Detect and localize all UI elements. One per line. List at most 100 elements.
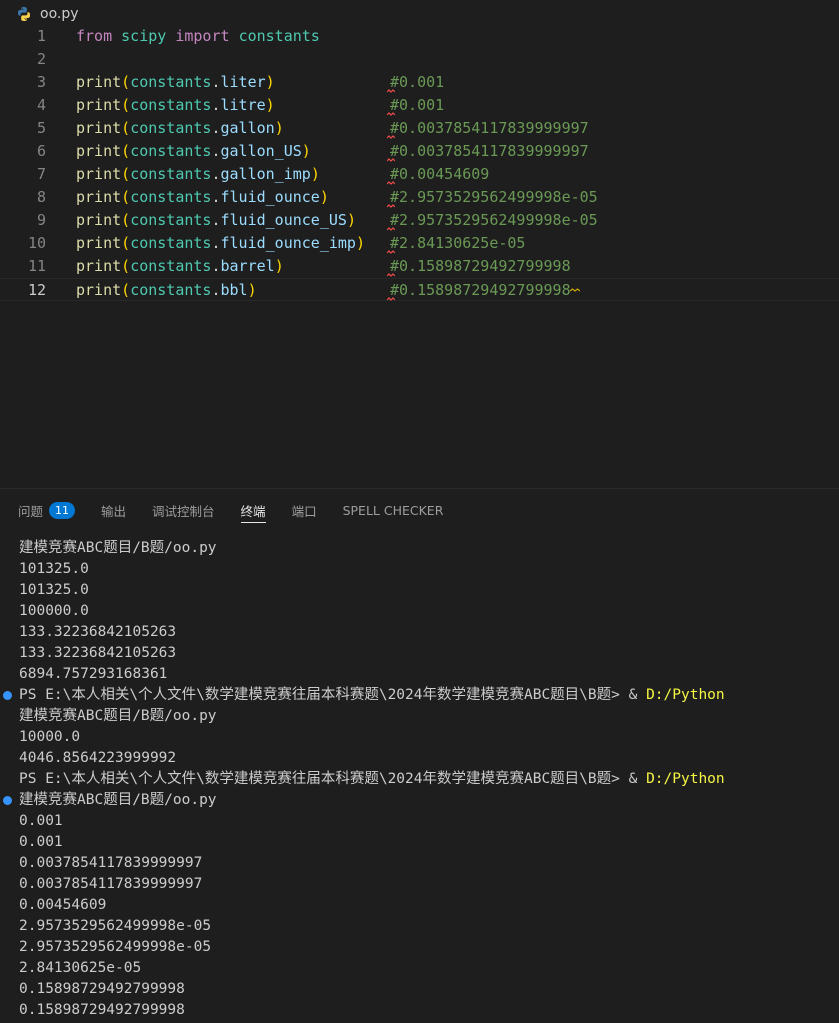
code-text: print(constants.litre) (76, 94, 275, 117)
code-token: print (76, 119, 122, 137)
code-token: gallon_imp (220, 165, 311, 183)
code-token: constants (130, 211, 212, 229)
code-token: . (211, 281, 221, 299)
code-token: ) (265, 96, 275, 114)
code-text: print(constants.barrel) (76, 255, 284, 278)
tab-ports[interactable]: 端口 (292, 489, 317, 531)
line-number: 6 (36, 142, 46, 160)
code-token: litre (220, 96, 266, 114)
code-token: ( (121, 281, 131, 299)
code-comment: #0.0037854117839999997 (390, 142, 589, 160)
vscode-window: oo.py 1 from scipy import constants 2 3 prin… (0, 0, 839, 1023)
terminal-output-line: 100000.0 (19, 601, 839, 622)
code-text: print(constants.fluid_ounce_US) (76, 209, 356, 232)
code-token: print (76, 234, 122, 252)
code-line[interactable]: 12 print(constants.bbl) #0.158987294927999… (0, 278, 839, 301)
line-number: 3 (36, 73, 46, 91)
terminal-output[interactable]: 建模竞赛ABC题目/B题/oo.py 101325.0 101325.0 100000… (0, 538, 839, 1023)
code-token: constants (130, 73, 212, 91)
terminal-output-line: 建模竞赛ABC题目/B题/oo.py (19, 790, 839, 811)
tab-spell-checker[interactable]: SPELL CHECKER (343, 489, 444, 531)
code-line[interactable]: 2 (0, 48, 839, 71)
code-comment: #2.9573529562499998e-05 (390, 188, 598, 206)
code-editor[interactable]: 1 from scipy import constants 2 3 print(cons… (0, 25, 839, 487)
terminal-output-line: 6894.757293168361 (19, 664, 839, 685)
code-text: print(constants.bbl) (76, 279, 257, 302)
code-token: constants (238, 27, 320, 45)
terminal-output-line: 2.9573529562499998e-05 (19, 937, 839, 958)
terminal-output-line: 0.0037854117839999997 (19, 874, 839, 895)
spell-warning-squiggle (387, 158, 395, 162)
tab-problems[interactable]: 问题 11 (18, 489, 76, 531)
code-token: print (76, 257, 122, 275)
code-token: fluid_ounce_imp (220, 234, 356, 252)
line-number: 2 (36, 50, 46, 68)
tab-label: 问题 (18, 503, 44, 519)
code-line[interactable]: 6 print(constants.gallon_US) #0.0037854117… (0, 140, 839, 163)
command-decoration-dot[interactable] (3, 796, 12, 805)
terminal-text: 4046.8564223999992 (19, 750, 177, 766)
file-name[interactable]: oo.py (40, 6, 79, 22)
code-token: ( (121, 211, 131, 229)
code-line[interactable]: 11 print(constants.barrel) #0.158987294927… (0, 255, 839, 278)
spell-warning-squiggle (387, 297, 395, 301)
code-line[interactable]: 5 print(constants.gallon) #0.0037854117839… (0, 117, 839, 140)
terminal-text: 建模竞赛ABC题目/B题/oo.py (19, 540, 217, 556)
code-token: . (211, 96, 221, 114)
code-token: print (76, 281, 122, 299)
tab-label: 调试控制台 (152, 503, 215, 519)
code-token: print (76, 96, 122, 114)
tab-terminal[interactable]: 终端 (240, 489, 266, 531)
terminal-output-line: 0.15898729492799998 (19, 979, 839, 1000)
tab-output[interactable]: 输出 (101, 489, 126, 531)
terminal-text: 100000.0 (19, 603, 89, 619)
terminal-text: 2.9573529562499998e-05 (19, 918, 212, 934)
code-token: constants (130, 142, 212, 160)
terminal-text: 0.00454609 (19, 897, 107, 913)
spell-warning-squiggle (387, 89, 395, 93)
terminal-output-line: 101325.0 (19, 559, 839, 580)
breadcrumb[interactable]: oo.py (0, 0, 839, 28)
code-token: ( (121, 142, 131, 160)
code-token: . (211, 165, 221, 183)
code-line[interactable]: 8 print(constants.fluid_ounce) #2.95735295… (0, 186, 839, 209)
code-text: print(constants.fluid_ounce) (76, 186, 329, 209)
code-line[interactable]: 7 print(constants.gallon_imp) #0.00454609 (0, 163, 839, 186)
python-file-icon (18, 7, 30, 21)
terminal-output-line: 10000.0 (19, 727, 839, 748)
code-token: barrel (220, 257, 275, 275)
code-token: constants (130, 96, 212, 114)
code-token: . (211, 142, 221, 160)
spell-warning-squiggle (387, 204, 395, 208)
code-line[interactable]: 4 print(constants.litre) #0.001 (0, 94, 839, 117)
terminal-prompt-line: PS E:\本人相关\个人文件\数学建模竞赛往届本科赛题\2024年数学建模竞赛… (19, 685, 839, 706)
terminal-text: 0.0037854117839999997 (19, 876, 203, 892)
code-line[interactable]: 3 print(constants.liter) #0.001 (0, 71, 839, 94)
terminal-text: 0.0037854117839999997 (19, 855, 203, 871)
code-token: constants (130, 281, 212, 299)
code-line[interactable]: 1 from scipy import constants (0, 25, 839, 48)
terminal-output-line: 0.0037854117839999997 (19, 853, 839, 874)
terminal-text: 101325.0 (19, 561, 89, 577)
terminal-prompt-line: PS E:\本人相关\个人文件\数学建模竞赛往届本科赛题\2024年数学建模竞赛… (19, 769, 839, 790)
terminal-output-line: 101325.0 (19, 580, 839, 601)
problems-count-badge: 11 (49, 501, 76, 519)
command-decoration-dot[interactable] (3, 691, 12, 700)
terminal-text: 101325.0 (19, 582, 89, 598)
code-text: print(constants.liter) (76, 71, 275, 94)
terminal-text: 0.15898729492799998 (19, 1002, 185, 1018)
code-token: ) (346, 211, 356, 229)
code-line[interactable]: 10 print(constants.fluid_ounce_imp) #2.841… (0, 232, 839, 255)
code-line[interactable]: 9 print(constants.fluid_ounce_US) #2.95735… (0, 209, 839, 232)
tab-debug-console[interactable]: 调试控制台 (152, 489, 215, 531)
line-number: 11 (27, 257, 46, 275)
tab-label: 输出 (101, 503, 127, 519)
code-token: ( (121, 73, 131, 91)
code-comment: #2.84130625e-05 (390, 234, 526, 252)
terminal-output-line: 133.32236842105263 (19, 643, 839, 664)
code-token: . (211, 234, 221, 252)
code-comment: #0.0037854117839999997 (390, 119, 589, 137)
code-token: liter (220, 73, 266, 91)
code-comment: #0.001 (390, 73, 445, 91)
terminal-text: PS E:\本人相关\个人文件\数学建模竞赛往届本科赛题\2024年数学建模竞赛… (19, 771, 647, 787)
